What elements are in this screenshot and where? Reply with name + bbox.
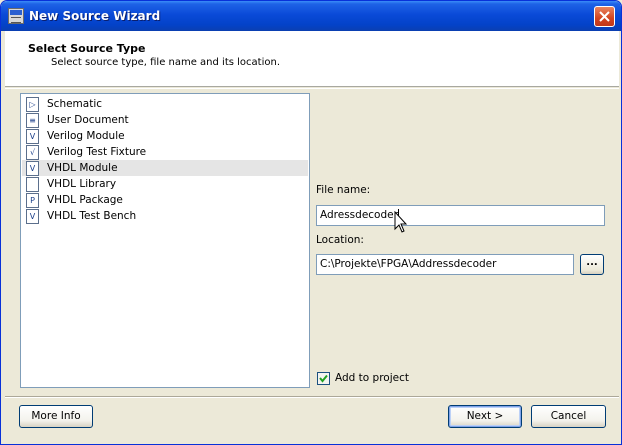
source-type-item[interactable]: ≡ User Document xyxy=(22,112,308,128)
vhdl-package-icon: P xyxy=(26,192,39,208)
location-input[interactable]: C:\Projekte\FPGA\Addressdecoder xyxy=(316,254,574,275)
source-type-label: Schematic xyxy=(47,98,103,110)
source-type-item[interactable]: VHDL Library xyxy=(22,176,308,192)
header-title: Select Source Type xyxy=(28,42,146,55)
checkmark-icon xyxy=(319,374,328,383)
add-to-project-checkbox[interactable] xyxy=(317,372,330,385)
source-type-item[interactable]: √ Verilog Test Fixture xyxy=(22,144,308,160)
source-type-label: VHDL Package xyxy=(47,194,123,206)
source-type-item[interactable]: ▷ Schematic xyxy=(22,96,308,112)
verilog-test-fixture-icon: √ xyxy=(26,144,39,160)
close-icon xyxy=(599,11,610,22)
new-source-wizard-window: New Source Wizard Select Source Type Sel… xyxy=(0,0,622,445)
browse-button[interactable]: ... xyxy=(580,254,604,275)
add-to-project-label: Add to project xyxy=(335,372,409,384)
source-type-label: User Document xyxy=(47,114,129,126)
vhdl-library-icon xyxy=(26,176,39,192)
source-type-label: VHDL Test Bench xyxy=(47,210,137,222)
schematic-icon: ▷ xyxy=(26,96,39,112)
file-name-value: Adressdecoder xyxy=(320,209,398,221)
vhdl-module-icon: V xyxy=(26,160,39,176)
source-type-item[interactable]: P VHDL Package xyxy=(22,192,308,208)
source-type-item[interactable]: V Verilog Module xyxy=(22,128,308,144)
mouse-cursor-icon xyxy=(394,211,408,233)
close-button[interactable] xyxy=(594,6,615,27)
verilog-module-icon: V xyxy=(26,128,39,144)
source-type-label: Verilog Test Fixture xyxy=(47,146,147,158)
title-bar[interactable]: New Source Wizard xyxy=(1,1,621,31)
header-subtitle: Select source type, file name and its lo… xyxy=(51,57,280,68)
location-value: C:\Projekte\FPGA\Addressdecoder xyxy=(320,258,497,270)
cancel-button[interactable]: Cancel xyxy=(531,405,606,428)
source-type-item[interactable]: V VHDL Test Bench xyxy=(22,208,308,224)
header-divider xyxy=(5,88,619,89)
source-type-label: Verilog Module xyxy=(47,130,125,142)
next-button[interactable]: Next > xyxy=(448,405,522,428)
source-type-label: VHDL Library xyxy=(47,178,117,190)
wizard-header: Select Source Type Select source type, f… xyxy=(5,31,619,87)
window-title: New Source Wizard xyxy=(29,9,161,23)
location-label: Location: xyxy=(316,234,364,246)
more-info-button[interactable]: More Info xyxy=(19,405,93,428)
ise-app-icon xyxy=(8,8,24,24)
document-icon: ≡ xyxy=(26,112,39,128)
file-name-label: File name: xyxy=(316,184,371,196)
footer-divider-highlight xyxy=(5,397,619,398)
vhdl-test-bench-icon: V xyxy=(26,208,39,224)
source-type-list[interactable]: ▷ Schematic ≡ User Document V Verilog Module √… xyxy=(20,93,310,388)
file-name-input[interactable]: Adressdecoder xyxy=(316,205,605,226)
source-type-label: VHDL Module xyxy=(47,162,118,174)
source-type-item[interactable]: V VHDL Module xyxy=(22,160,308,176)
